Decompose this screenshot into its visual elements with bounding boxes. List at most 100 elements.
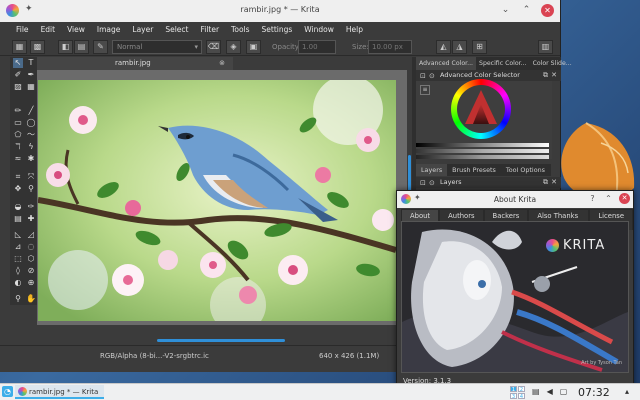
document-tab[interactable]: rambir.jpg ⊗ [37,57,233,70]
menu-help[interactable]: Help [340,22,369,38]
gradient-tool-icon[interactable]: ▤ [13,214,23,224]
lightness-gradient-bar[interactable] [416,155,549,159]
bezier-tool-icon[interactable]: ℸ [13,142,23,152]
dialog-maximize-button[interactable]: ⌃ [603,193,614,204]
maximize-button[interactable]: ⌃ [520,4,533,17]
freehand-select-tool-icon[interactable]: ◊ [13,266,23,276]
measure-tool-icon[interactable]: ◺ [13,230,23,240]
smart-patch-tool-icon[interactable]: ✚ [26,214,36,224]
docker-close-icon[interactable]: ✕ [551,70,557,81]
magnetic-select-tool-icon[interactable]: ⊕ [26,278,36,288]
mirror-vertical-icon[interactable]: ◮ [452,40,467,54]
color-picker-tool-icon[interactable]: ✑ [26,202,36,212]
tray-expand-icon[interactable]: ▴ [625,387,629,396]
new-document-icon[interactable]: ▦ [12,40,27,54]
layers-close-icon[interactable]: ✕ [551,177,557,188]
about-dialog-titlebar[interactable]: ✦ About Krita ? ⌃ ✕ [397,191,633,208]
polygon-tool-icon[interactable]: ⬠ [13,130,23,140]
select-shapes-tool-icon[interactable]: ↖ [13,58,23,68]
menu-layer[interactable]: Layer [126,22,159,38]
color-selector-settings-icon[interactable]: ≡ [420,85,430,95]
transform-tool-icon[interactable]: ⤧ [26,172,36,182]
tab-tool-options[interactable]: Tool Options [501,164,550,176]
workspace-icon[interactable]: ▥ [538,40,553,54]
clock[interactable]: 07:32 [578,386,610,399]
reset-opacity-icon[interactable]: ◈ [226,40,241,54]
menu-image[interactable]: Image [91,22,127,38]
gradient-icon[interactable]: ◧ [58,40,73,54]
dialog-help-button[interactable]: ? [587,193,598,204]
menu-edit[interactable]: Edit [35,22,62,38]
fill-tool-icon[interactable]: ◒ [13,202,23,212]
polygon-select-tool-icon[interactable]: ⬡ [26,254,36,264]
menu-view[interactable]: View [61,22,91,38]
menu-tools[interactable]: Tools [225,22,255,38]
taskbar-item-krita[interactable]: rambir.jpg * — Krita [15,385,105,399]
brush-preset-icon[interactable]: ✎ [93,40,108,54]
pattern-icon[interactable]: ▩ [30,40,45,54]
canvas-image[interactable] [38,80,396,321]
close-button[interactable]: ✕ [541,4,554,17]
calligraphy-tool-icon[interactable]: ✒ [26,70,36,80]
volume-icon[interactable]: ◀ [547,387,553,396]
pager-desktop-2[interactable]: 2 [518,386,525,393]
preserve-alpha-icon[interactable]: ▣ [246,40,261,54]
wrap-around-icon[interactable]: ⊞ [472,40,487,54]
colorspace-status[interactable]: RGB/Alpha (8-bi...-V2-srgbtrc.ic [100,352,209,360]
mirror-horizontal-icon[interactable]: ◭ [436,40,451,54]
tab-brush-presets[interactable]: Brush Presets [447,164,501,176]
gradient-edit-tool-icon[interactable]: ▨ [13,82,23,92]
blend-mode-select[interactable]: Normal [112,40,202,54]
close-tab-icon[interactable]: ⊗ [219,57,225,70]
crop-tool-icon[interactable]: ⌗ [13,172,23,182]
polyline-tool-icon[interactable]: 〜 [26,130,36,140]
line-tool-icon[interactable]: ╱ [26,106,36,116]
ellipse-select-icon[interactable]: ◌ [26,242,36,252]
layers-detach-icon[interactable]: ⧉ [543,177,548,188]
application-launcher-icon[interactable]: ◔ [2,386,13,397]
opacity-slider[interactable]: 1.00 [298,40,336,54]
contiguous-select-tool-icon[interactable]: ⊘ [26,266,36,276]
freehand-brush-tool-icon[interactable]: ✏ [13,106,23,116]
freehand-path-tool-icon[interactable]: ϟ [26,142,36,152]
layers-float-icon[interactable]: ⊡ [420,178,426,189]
dynamic-brush-tool-icon[interactable]: ≈ [13,154,23,164]
clipboard-icon[interactable]: ▤ [532,387,540,396]
tab-specific-color[interactable]: Specific Color... [476,57,530,70]
menu-select[interactable]: Select [159,22,194,38]
rect-select-tool-icon[interactable]: ⬚ [13,254,23,264]
value-gradient-bar[interactable] [416,143,549,147]
text-tool-icon[interactable]: T [26,58,36,68]
window-titlebar[interactable]: ✦ rambir.jpg * — Krita ⌄ ⌃ ✕ [0,0,560,22]
saturation-gradient-bar[interactable] [416,149,549,153]
pager-desktop-4[interactable]: 4 [518,393,525,400]
rectangle-tool-icon[interactable]: ▭ [13,118,23,128]
pattern-edit-tool-icon[interactable]: ▦ [26,82,36,92]
move-tool-icon[interactable]: ✥ [13,184,23,194]
minimize-button[interactable]: ⌄ [499,4,512,17]
menu-settings[interactable]: Settings [256,22,299,38]
dialog-close-button[interactable]: ✕ [619,193,630,204]
network-icon[interactable]: ▢ [560,387,568,396]
assistant-tool-icon[interactable]: ⚲ [26,184,36,194]
tab-color-sliders[interactable]: Color Slide... [530,57,575,70]
menu-file[interactable]: File [10,22,35,38]
multibrush-tool-icon[interactable]: ✱ [26,154,36,164]
size-slider[interactable]: 10.00 px [368,40,412,54]
menu-window[interactable]: Window [298,22,340,38]
tab-layers[interactable]: Layers [416,164,448,176]
zoom-tool-icon[interactable]: ⚲ [13,294,23,304]
pager-desktop-1[interactable]: 1 [510,386,517,393]
layers-lock-icon[interactable]: ⊙ [429,178,435,189]
pan-tool-icon[interactable]: ✋ [26,294,36,304]
edit-shapes-tool-icon[interactable]: ✐ [13,70,23,80]
ellipse-tool-icon[interactable]: ◯ [26,118,36,128]
tab-advanced-color[interactable]: Advanced Color... [416,57,477,70]
pager-desktop-3[interactable]: 3 [510,393,517,400]
docker-detach-icon[interactable]: ⧉ [543,70,548,81]
eraser-mode-icon[interactable]: ⌫ [206,40,221,54]
fill-pattern-icon[interactable]: ▤ [74,40,89,54]
bezier-select-tool-icon[interactable]: ◐ [13,278,23,288]
reference-images-tool-icon[interactable]: ⊿ [13,242,23,252]
horizontal-scrollbar[interactable] [157,339,285,342]
